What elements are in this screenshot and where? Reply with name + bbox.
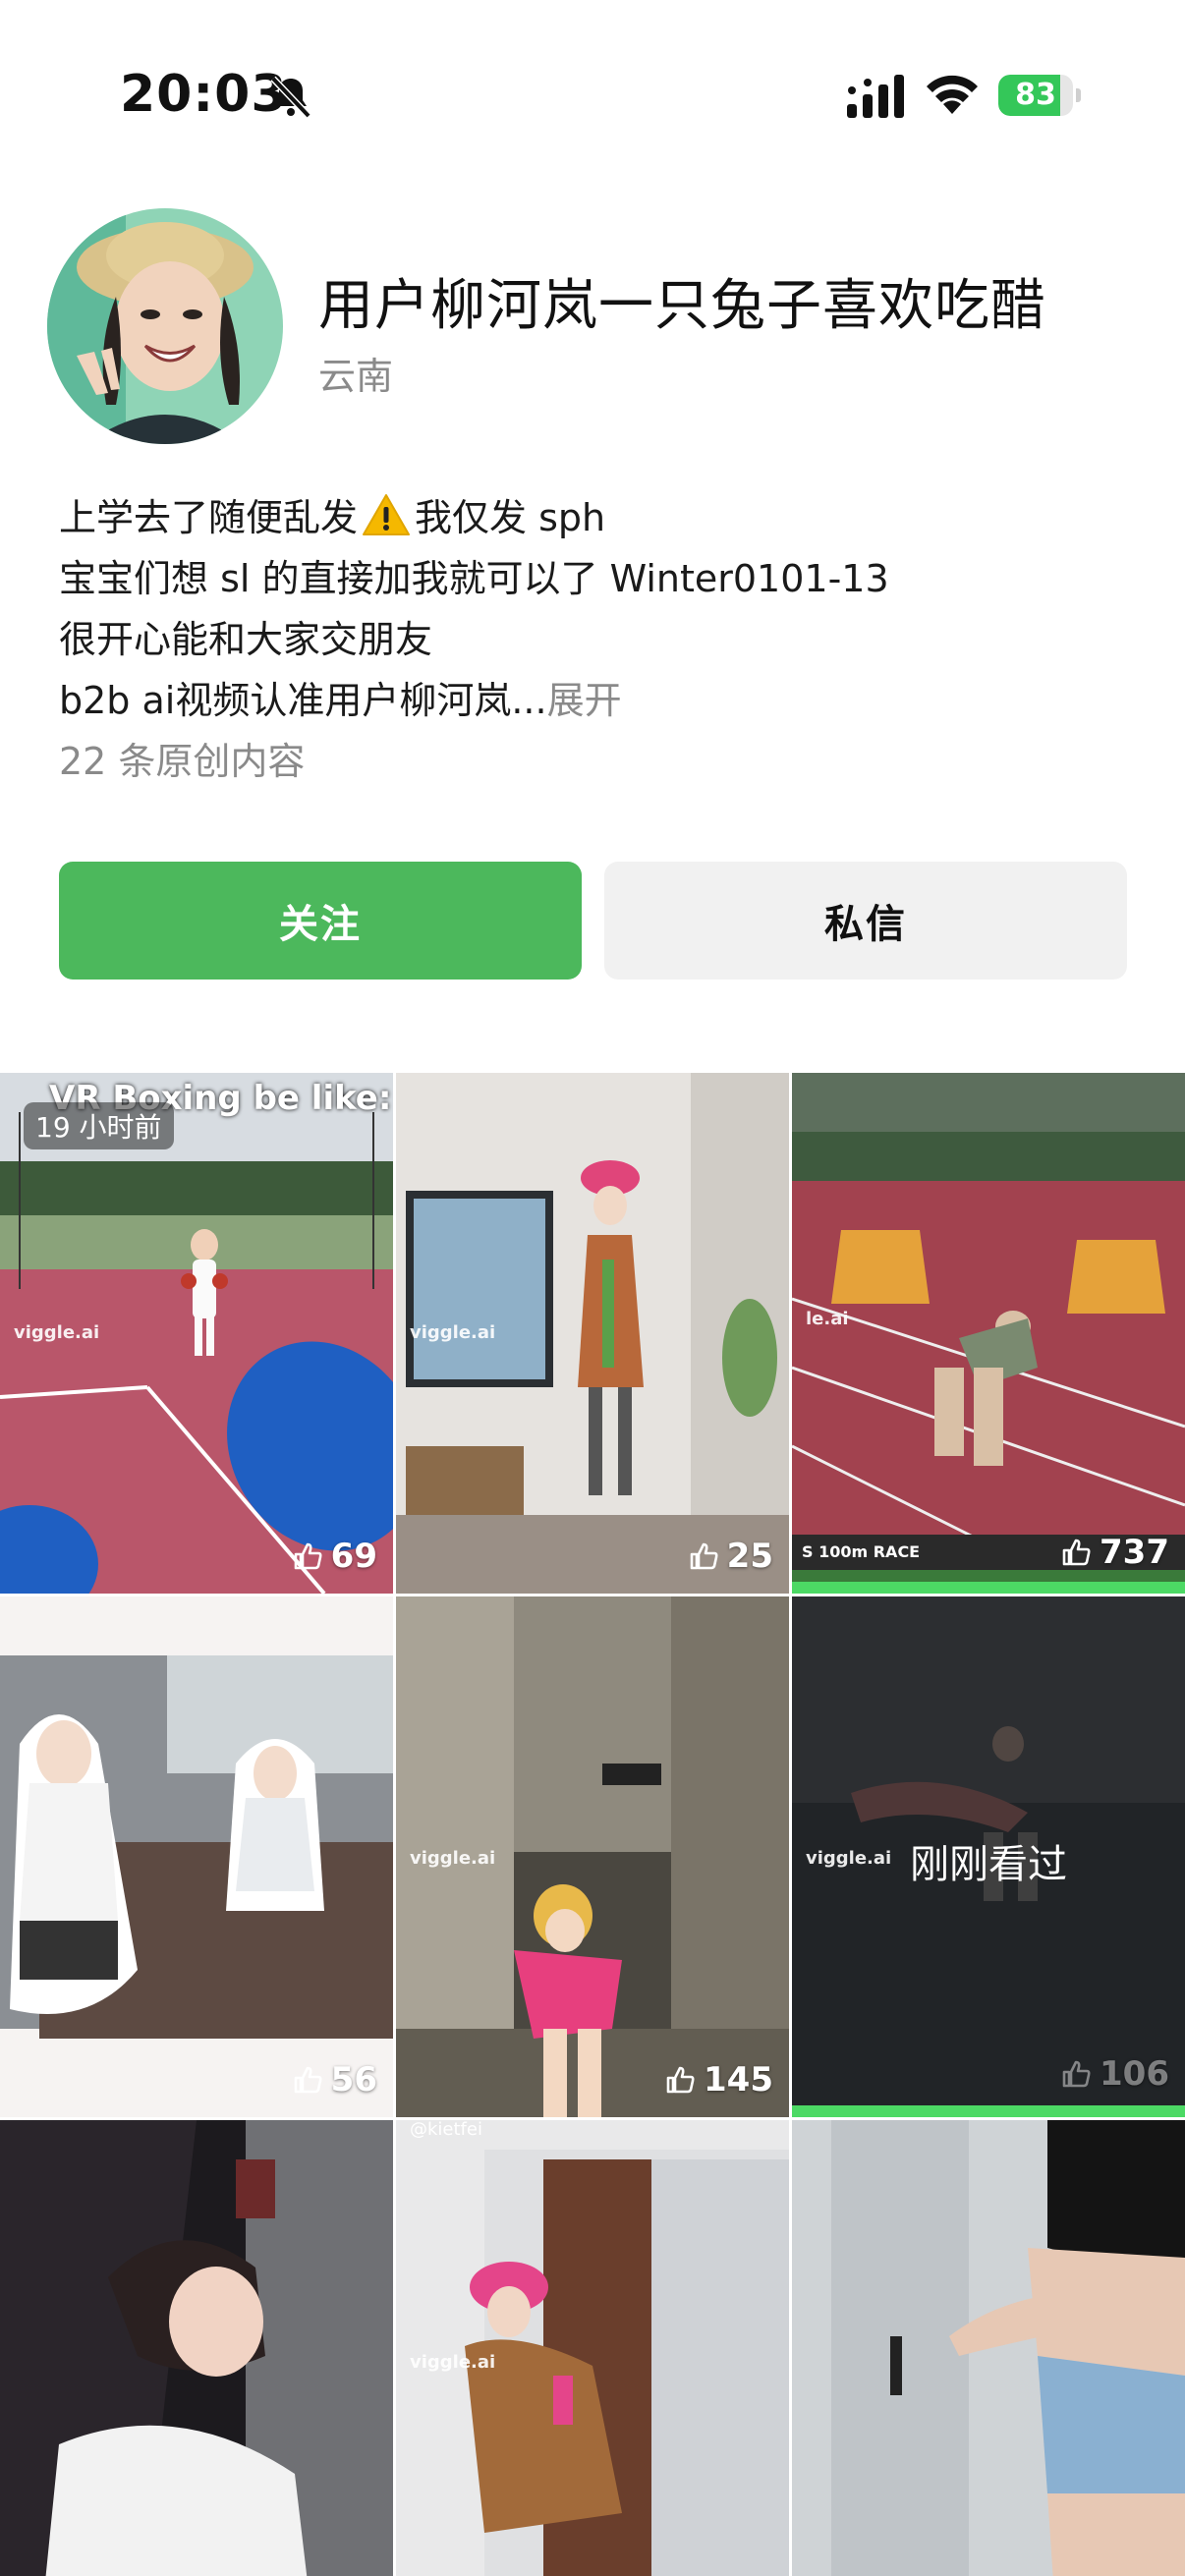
bio-line-1b: 我仅发 sph [415, 496, 606, 539]
thumbs-up-icon [690, 1542, 718, 1570]
bio-line-1a: 上学去了随便乱发 [59, 496, 359, 539]
warning-icon [363, 494, 411, 535]
bio-line: 上学去了随便乱发 我仅发 sph [59, 487, 1140, 548]
video-tile[interactable]: le.ai S 100m RACE 737 [792, 1073, 1185, 1594]
battery-indicator: 83 [998, 75, 1081, 116]
video-thumbnail [792, 1073, 1185, 1594]
video-tile[interactable] [0, 2120, 393, 2576]
video-tile[interactable]: viggle.ai 145 [396, 1596, 789, 2117]
profile-bio: 上学去了随便乱发 我仅发 sph 宝宝们想 sl 的直接加我就可以了 Winter… [59, 487, 1140, 792]
watch-progress-bar [792, 1582, 1185, 1594]
like-count: 25 [688, 1537, 773, 1576]
recently-watched-label: 刚刚看过 [910, 1842, 1067, 1887]
watermark-text: viggle.ai [410, 2352, 496, 2373]
status-bar: 20:03 83 [0, 0, 1185, 187]
video-thumbnail [0, 1596, 393, 2117]
video-thumbnail [792, 2120, 1185, 2576]
bio-line-3: 很开心能和大家交朋友 [59, 618, 433, 661]
thumbs-up-icon [666, 2066, 695, 2094]
watermark-text: viggle.ai [410, 1322, 496, 1343]
time-badge: 19 小时前 [24, 1102, 174, 1149]
video-thumbnail [0, 2120, 393, 2576]
expand-bio-link[interactable]: 展开 [547, 679, 622, 722]
thumbs-up-icon [294, 2066, 322, 2094]
like-count-value: 145 [704, 2060, 773, 2100]
thumbs-up-icon [1062, 1539, 1091, 1566]
video-top-caption: @kietfei [410, 2120, 482, 2140]
watermark-text: viggle.ai [14, 1322, 100, 1343]
thumbs-up-icon [1062, 2060, 1091, 2088]
like-count-value: 56 [330, 2060, 377, 2100]
thumbs-up-icon [294, 1542, 322, 1570]
like-count: 69 [292, 1537, 377, 1576]
like-count-value: 106 [1100, 2054, 1169, 2094]
bio-line-4-text: b2b ai视频认准用户柳河岚... [59, 679, 547, 722]
cellular-signal-icon [847, 75, 904, 118]
watermark-text: le.ai [806, 1309, 849, 1329]
battery-percent: 83 [1015, 78, 1056, 112]
wifi-icon [927, 75, 978, 114]
watermark-text: viggle.ai [410, 1848, 496, 1869]
profile-name: 用户柳河岚一只兔子喜欢吃醋 [318, 274, 1046, 338]
video-tile[interactable]: @kietfei viggle.ai [396, 2120, 789, 2576]
message-button[interactable]: 私信 [604, 862, 1127, 980]
watch-progress-bar [792, 2105, 1185, 2117]
video-tile[interactable]: viggle.ai 25 [396, 1073, 789, 1594]
video-tile[interactable]: 56 [0, 1596, 393, 2117]
status-time: 20:03 [120, 65, 288, 124]
like-count: 56 [292, 2060, 377, 2100]
bell-muted-icon [270, 76, 311, 119]
avatar[interactable] [47, 208, 283, 444]
video-thumbnail [396, 2120, 789, 2576]
like-count-value: 737 [1100, 1533, 1169, 1572]
original-content-count[interactable]: 22 条原创内容 [59, 731, 1140, 792]
like-count: 145 [664, 2060, 773, 2100]
like-count-value: 69 [330, 1537, 377, 1576]
video-tile[interactable]: VR Boxing be like: 19 小时前 viggle.ai 69 [0, 1073, 393, 1594]
video-tile[interactable] [792, 2120, 1185, 2576]
profile-location: 云南 [318, 355, 394, 398]
like-count: 737 [1060, 1533, 1169, 1572]
bio-line-2: 宝宝们想 sl 的直接加我就可以了 Winter0101-13 [59, 557, 889, 600]
bio-line-4: b2b ai视频认准用户柳河岚...展开 [59, 670, 1140, 731]
race-banner: S 100m RACE [802, 1542, 921, 1561]
like-count-value: 25 [726, 1537, 773, 1576]
follow-button[interactable]: 关注 [59, 862, 582, 980]
video-tile[interactable]: viggle.ai 刚刚看过 106 [792, 1596, 1185, 2117]
like-count: 106 [1060, 2054, 1169, 2094]
